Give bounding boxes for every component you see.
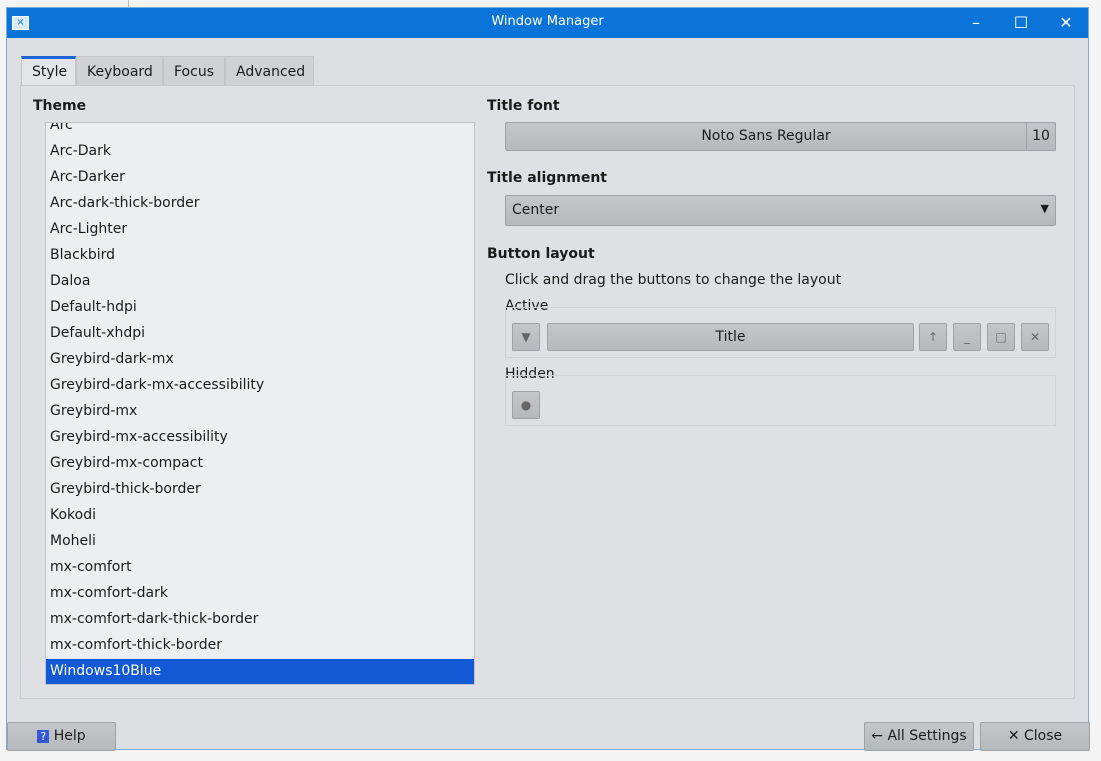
theme-item[interactable]: Greybird-dark-mx [46, 347, 474, 373]
title-bar[interactable]: × Window Manager – ☐ ✕ [7, 8, 1088, 38]
all-settings-button[interactable]: ← All Settings [864, 722, 974, 751]
chevron-down-icon: ▼ [1040, 202, 1049, 215]
theme-item[interactable]: Arc-dark-thick-border [46, 191, 474, 217]
close-layout-icon[interactable]: ✕ [1021, 323, 1049, 351]
window-manager-dialog: × Window Manager – ☐ ✕ Style Keyboard Fo… [6, 7, 1090, 751]
theme-item[interactable]: Moheli [46, 529, 474, 555]
theme-item[interactable]: Default-hdpi [46, 295, 474, 321]
tab-style[interactable]: Style [21, 56, 76, 87]
tab-focus[interactable]: Focus [163, 56, 225, 86]
title-font-label: Title font [487, 98, 560, 114]
theme-item[interactable]: Kokodi [46, 503, 474, 529]
theme-item[interactable]: Default-xhdpi [46, 321, 474, 347]
theme-list[interactable]: Arc Arc-Dark Arc-Darker Arc-dark-thick-bord… [45, 122, 475, 685]
theme-item[interactable]: Arc-Darker [46, 165, 474, 191]
shade-button-icon[interactable]: ↑ [919, 323, 947, 351]
divider [128, 0, 129, 7]
button-layout-label: Button layout [487, 246, 595, 262]
title-font-button[interactable]: Noto Sans Regular 10 [505, 122, 1056, 151]
theme-item[interactable]: mx-comfort-thick-border [46, 633, 474, 659]
close-button[interactable]: ✕ Close [980, 722, 1090, 751]
theme-item[interactable]: mx-comfort-dark [46, 581, 474, 607]
theme-item[interactable]: Greybird-thick-border [46, 477, 474, 503]
title-alignment-select[interactable]: Center ▼ [505, 195, 1056, 226]
button-layout-hint: Click and drag the buttons to change the… [505, 272, 842, 288]
tab-advanced[interactable]: Advanced [225, 56, 314, 86]
minimize-layout-icon[interactable]: _ [953, 323, 981, 351]
theme-item[interactable]: Windows10Blue [46, 659, 474, 684]
help-button[interactable]: ? Help [7, 722, 116, 751]
arrow-left-icon: ← [871, 728, 884, 744]
theme-item[interactable]: Greybird-dark-mx-accessibility [46, 373, 474, 399]
close-label: Close [1024, 728, 1063, 744]
window-title: Window Manager [491, 14, 604, 29]
font-size: 10 [1026, 123, 1055, 150]
theme-item[interactable]: mx-comfort [46, 555, 474, 581]
minimize-button[interactable]: – [965, 12, 987, 34]
tab-keyboard[interactable]: Keyboard [76, 56, 163, 86]
theme-item[interactable]: Daloa [46, 269, 474, 295]
maximize-layout-icon[interactable]: □ [987, 323, 1015, 351]
maximize-button[interactable]: ☐ [1010, 12, 1032, 34]
close-window-button[interactable]: ✕ [1055, 12, 1077, 34]
all-settings-label: All Settings [887, 728, 967, 744]
hidden-group [505, 375, 1056, 426]
theme-item[interactable]: Blackbird [46, 243, 474, 269]
title-layout-button[interactable]: Title [547, 323, 914, 351]
help-label: Help [53, 728, 86, 744]
theme-item[interactable]: Arc-Lighter [46, 217, 474, 243]
theme-item[interactable]: Arc-Dark [46, 139, 474, 165]
theme-label: Theme [33, 98, 87, 114]
alignment-value: Center [512, 202, 560, 218]
menu-button-icon[interactable]: ▼ [512, 323, 540, 351]
theme-item[interactable]: Greybird-mx-accessibility [46, 425, 474, 451]
theme-item[interactable]: mx-comfort-dark-thick-border [46, 607, 474, 633]
close-icon: ✕ [1007, 728, 1020, 744]
stick-button-icon[interactable]: ● [512, 391, 540, 419]
help-icon: ? [37, 730, 50, 743]
title-alignment-label: Title alignment [487, 170, 607, 186]
font-name: Noto Sans Regular [701, 128, 831, 144]
theme-item[interactable]: Greybird-mx-compact [46, 451, 474, 477]
theme-item[interactable]: Arc [46, 123, 474, 139]
theme-item[interactable]: Greybird-mx [46, 399, 474, 425]
